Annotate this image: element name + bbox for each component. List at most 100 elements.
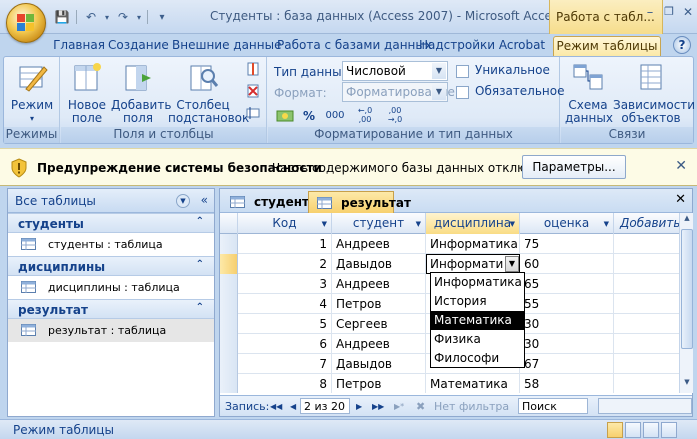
column-header[interactable]: Код ▼: [238, 213, 332, 234]
help-icon[interactable]: ?: [673, 36, 691, 54]
add-field-cell[interactable]: [614, 294, 679, 314]
lookup-column-button[interactable]: Столбец подстановок: [168, 61, 249, 125]
nav-group-disciplines[interactable]: дисциплины ⌃: [8, 256, 214, 276]
add-fields-button[interactable]: Добавить поля: [111, 61, 171, 125]
chevron-down-icon[interactable]: ▼: [604, 220, 609, 228]
doc-tab-results[interactable]: результат: [308, 191, 411, 213]
delete-column-icon[interactable]: [245, 83, 261, 99]
minimize-button[interactable]: –: [640, 5, 660, 23]
table-cell[interactable]: 65: [520, 274, 614, 294]
tab-create[interactable]: Создание: [108, 36, 169, 56]
record-position-input[interactable]: 2 из 20: [300, 398, 350, 414]
chevron-down-icon[interactable]: ▼: [176, 194, 190, 208]
datasheet-view-icon[interactable]: [607, 422, 623, 438]
customize-qat-icon[interactable]: ▾: [152, 8, 172, 26]
table-row[interactable]: 8 Петров Математика 58: [220, 374, 679, 393]
first-record-icon[interactable]: ◀◀: [270, 402, 282, 411]
tab-external-data[interactable]: Внешние данные: [172, 36, 281, 56]
nav-item-students-table[interactable]: студенты : таблица: [8, 233, 214, 256]
scroll-thumb[interactable]: [681, 229, 693, 349]
vertical-scrollbar[interactable]: ▲ ▼: [679, 213, 693, 393]
table-cell[interactable]: 1: [238, 234, 332, 254]
nav-item-results-table[interactable]: результат : таблица: [8, 319, 214, 342]
table-cell[interactable]: 6: [238, 334, 332, 354]
discipline-dropdown-list[interactable]: Информатика История Математика Физика Фи…: [430, 272, 525, 368]
nav-pane-header[interactable]: Все таблицы ▼ «: [8, 189, 214, 213]
prev-record-icon[interactable]: ◀: [290, 402, 296, 411]
scroll-up-icon[interactable]: ▲: [681, 214, 693, 228]
redo-icon[interactable]: ↷: [113, 8, 133, 26]
chevron-down-icon[interactable]: ▼: [432, 63, 446, 79]
dropdown-option[interactable]: Философи: [431, 349, 524, 368]
new-record-icon[interactable]: ▶*: [394, 402, 404, 411]
percent-button[interactable]: %: [299, 106, 319, 126]
collapse-group-icon[interactable]: ⌃: [196, 216, 204, 227]
collapse-pane-icon[interactable]: «: [201, 193, 208, 207]
currency-icon[interactable]: [276, 107, 296, 125]
chevron-down-icon[interactable]: ▼: [505, 256, 519, 272]
table-cell[interactable]: Давыдов: [332, 254, 426, 274]
table-cell[interactable]: Петров: [332, 294, 426, 314]
table-cell[interactable]: Информатика: [426, 234, 520, 254]
table-cell[interactable]: 58: [520, 374, 614, 393]
add-new-field-header[interactable]: Добавить: [614, 213, 679, 234]
chevron-down-icon[interactable]: ▼: [416, 220, 421, 228]
close-icon[interactable]: ✕: [675, 158, 687, 174]
tab-add-ins[interactable]: Надстройки: [419, 36, 495, 56]
last-record-icon[interactable]: ▶▶: [372, 402, 384, 411]
nav-group-results[interactable]: результат ⌃: [8, 299, 214, 319]
add-field-cell[interactable]: [614, 374, 679, 393]
next-record-icon[interactable]: ▶: [356, 402, 362, 411]
new-field-button[interactable]: Новое поле: [67, 61, 107, 125]
table-cell[interactable]: 30: [520, 314, 614, 334]
add-field-cell[interactable]: [614, 354, 679, 374]
unique-checkbox[interactable]: [456, 65, 469, 78]
table-cell[interactable]: 7: [238, 354, 332, 374]
add-field-cell[interactable]: [614, 314, 679, 334]
table-cell[interactable]: 2: [238, 254, 332, 274]
options-button[interactable]: Параметры...: [522, 155, 626, 179]
row-selector[interactable]: [220, 374, 238, 393]
table-cell[interactable]: Сергеев: [332, 314, 426, 334]
dropdown-option[interactable]: Физика: [431, 330, 524, 349]
office-button[interactable]: [6, 3, 46, 43]
scroll-down-icon[interactable]: ▼: [681, 378, 693, 392]
rename-column-icon[interactable]: [245, 105, 261, 121]
tab-datasheet[interactable]: Режим таблицы: [553, 36, 661, 56]
nav-group-students[interactable]: студенты ⌃: [8, 213, 214, 233]
increase-decimals-button[interactable]: ←,0,00: [351, 105, 379, 125]
add-field-cell[interactable]: [614, 274, 679, 294]
design-view-icon[interactable]: [661, 422, 677, 438]
pivot-chart-view-icon[interactable]: [643, 422, 659, 438]
table-cell[interactable]: Математика: [426, 374, 520, 393]
column-header[interactable]: дисциплина ▼: [426, 213, 520, 234]
tab-home[interactable]: Главная: [52, 36, 106, 56]
collapse-group-icon[interactable]: ⌃: [196, 302, 204, 313]
restore-button[interactable]: ❐: [659, 5, 679, 23]
column-header[interactable]: студент ▼: [332, 213, 426, 234]
select-all-cell[interactable]: [220, 213, 238, 234]
row-selector[interactable]: [220, 274, 238, 294]
relationships-button[interactable]: Схема данных: [565, 61, 613, 125]
close-icon[interactable]: ✕: [675, 192, 686, 207]
tab-acrobat[interactable]: Acrobat: [497, 36, 547, 56]
object-dependencies-button[interactable]: Зависимости объектов: [613, 61, 695, 125]
decrease-decimals-button[interactable]: ,00 →,0: [381, 105, 409, 125]
data-type-select[interactable]: Числовой ▼: [342, 61, 448, 81]
format-select[interactable]: Форматирование ▼: [342, 82, 455, 102]
add-field-cell[interactable]: [614, 234, 679, 254]
undo-icon[interactable]: ↶: [81, 8, 101, 26]
chevron-down-icon[interactable]: ▼: [510, 220, 515, 228]
insert-column-icon[interactable]: [245, 61, 261, 77]
table-row[interactable]: 1 Андреев Информатика 75: [220, 234, 679, 254]
save-icon[interactable]: 💾: [52, 8, 72, 26]
table-cell[interactable]: 8: [238, 374, 332, 393]
table-cell[interactable]: 60: [520, 254, 614, 274]
view-button[interactable]: Режим ▾: [8, 61, 56, 125]
tab-database-tools[interactable]: Работа с базами данных: [277, 36, 432, 56]
row-selector[interactable]: [220, 294, 238, 314]
redo-dropdown-icon[interactable]: ▾: [135, 8, 143, 26]
table-cell[interactable]: Андреев: [332, 234, 426, 254]
table-cell[interactable]: Андреев: [332, 274, 426, 294]
table-cell[interactable]: Давыдов: [332, 354, 426, 374]
